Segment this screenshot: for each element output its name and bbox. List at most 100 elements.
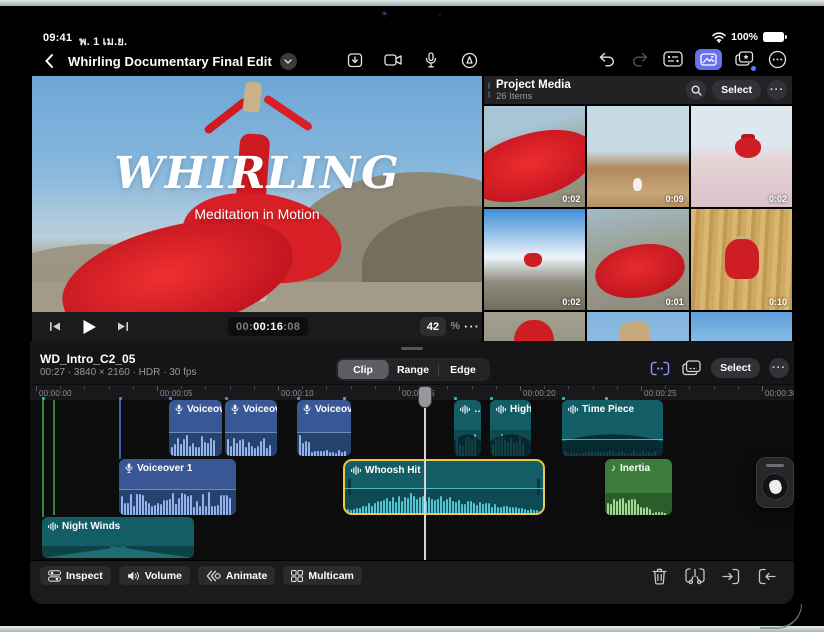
clip-label: Voiceover 2 — [169, 400, 222, 415]
inspect-button[interactable]: Inspect — [40, 566, 111, 585]
timeline-drag-handle[interactable] — [401, 347, 423, 350]
titles-overlays-button[interactable] — [733, 48, 756, 71]
clip-night-winds[interactable]: Night Winds — [42, 517, 194, 558]
clip-label: Voiceover 1 — [119, 459, 236, 474]
media-thumbnail[interactable] — [484, 312, 586, 341]
playhead-line — [424, 400, 426, 560]
blade-cut-button[interactable] — [684, 565, 706, 587]
timeline-ruler[interactable]: 00:00:0000:00:0500:00:1000:00:1500:00:20… — [30, 384, 794, 400]
media-more-button[interactable]: ··· — [767, 80, 787, 100]
multicam-button[interactable]: Multicam — [283, 566, 362, 585]
clip-high[interactable]: High… — [490, 400, 531, 456]
jog-drag-handle[interactable] — [766, 464, 784, 467]
clip-clip[interactable]: … — [454, 400, 481, 456]
clip-waveform — [345, 489, 543, 513]
device-edge-top — [0, 0, 824, 6]
device-edge-bottom — [0, 626, 824, 632]
clip-inertia[interactable]: ♪ Inertia — [605, 459, 672, 515]
clip-label: ♪ Inertia — [611, 462, 651, 474]
media-thumbnail[interactable]: 0:02 — [690, 106, 792, 207]
clip-voiceover-1[interactable]: Voiceover 1 — [119, 459, 236, 515]
clip-label: High… — [490, 400, 531, 415]
back-button[interactable] — [38, 50, 60, 72]
volume-button[interactable]: Volume — [118, 566, 190, 585]
media-select-button[interactable]: Select — [712, 80, 761, 100]
search-button[interactable] — [686, 80, 707, 100]
timeline-more-button[interactable]: ··· — [769, 358, 789, 378]
delete-button[interactable] — [648, 565, 670, 587]
clip-appearance-button[interactable] — [680, 357, 702, 379]
media-thumbnail[interactable]: 0:09 — [587, 106, 689, 207]
inspector-toggle-button[interactable] — [662, 48, 684, 70]
media-thumbnail[interactable] — [587, 312, 689, 341]
mode-range[interactable]: Range — [388, 360, 438, 379]
media-thumbnail[interactable]: 0:02 — [484, 106, 586, 207]
timecode-display[interactable]: 00: 00:16:08 — [228, 317, 309, 336]
project-title: Whirling Documentary Final Edit — [68, 53, 272, 69]
timeline-clips-area[interactable]: Night WindsVoiceover 1Voiceover 2Voiceov… — [30, 400, 794, 560]
pencil-draw-button[interactable] — [458, 49, 480, 71]
camera-button[interactable] — [382, 49, 404, 71]
viewer-more-button[interactable]: ··· — [464, 319, 480, 334]
jog-dial[interactable] — [761, 473, 789, 500]
thumbnail-duration: 0:01 — [665, 297, 684, 307]
media-thumbnail[interactable]: 0:01 — [587, 209, 689, 310]
media-thumbnail[interactable]: 0:10 — [690, 209, 792, 310]
skip-back-icon[interactable] — [44, 316, 66, 338]
clip-time-piece[interactable]: Time Piece — [562, 400, 663, 456]
clip-whoosh-hit[interactable]: Whoosh Hit — [343, 459, 545, 515]
redo-button[interactable] — [629, 48, 651, 70]
microphone-button[interactable] — [420, 49, 442, 71]
media-thumbnail[interactable]: 0:02 — [484, 209, 586, 310]
project-media-header: Project Media 26 Items Select ··· — [484, 76, 792, 104]
jog-knob[interactable] — [767, 478, 783, 495]
zoom-level[interactable]: 42 — [420, 317, 446, 336]
timeline-clip-name: WD_Intro_C2_05 — [40, 352, 136, 366]
ruler-label: 00:00:25 — [644, 389, 677, 398]
clip-waveform — [119, 489, 236, 515]
overwrite-insert-button[interactable] — [720, 565, 742, 587]
mode-clip[interactable]: Clip — [338, 360, 388, 379]
clip-waveform — [490, 430, 531, 456]
playback-bar: 00: 00:16:08 42 % ··· — [32, 312, 482, 341]
title-menu-button[interactable] — [279, 52, 297, 70]
clip-waveform — [454, 430, 481, 456]
animate-button[interactable]: Animate — [197, 566, 276, 585]
clip-voiceover-2[interactable]: Voiceover 2 — [169, 400, 222, 456]
clip-connector-line — [42, 400, 44, 517]
timeline-panel: WD_Intro_C2_05 00:27 · 3840 × 2160 · HDR… — [30, 341, 794, 604]
clip-voiceover-3[interactable]: Voiceover 3 — [297, 400, 351, 456]
front-camera — [380, 9, 389, 18]
thumbnail-duration: 0:09 — [665, 194, 684, 204]
clip-label: … — [454, 400, 481, 415]
skip-forward-icon[interactable] — [112, 316, 134, 338]
audio-fade-zone — [42, 546, 194, 558]
clip-waveform — [297, 432, 351, 456]
jog-wheel-panel[interactable] — [756, 457, 794, 508]
clip-waveform — [562, 448, 663, 456]
more-button[interactable] — [766, 48, 788, 70]
clip-level-line — [345, 487, 543, 489]
mode-edge[interactable]: Edge — [438, 360, 488, 379]
export-button[interactable] — [344, 49, 366, 71]
wifi-icon — [711, 31, 726, 43]
timeline-clip-info: 00:27 · 3840 × 2160 · HDR · 30 fps — [40, 367, 197, 378]
clip-label: Voiceover 2 — [225, 400, 277, 415]
clip-voiceover-2[interactable]: Voiceover 2 — [225, 400, 277, 456]
media-grid: 0:02 0:09 0:02 0:02 0:01 0:10 — [484, 104, 792, 341]
viewer[interactable]: WHIRLING Meditation in Motion — [32, 76, 482, 312]
media-browser-button[interactable] — [695, 48, 722, 70]
media-thumbnail[interactable] — [690, 312, 792, 341]
append-clip-button[interactable] — [756, 565, 778, 587]
project-media-panel: Project Media 26 Items Select ··· 0:02 0:… — [484, 76, 792, 341]
edit-mode-segmented-control: Clip Range Edge — [336, 358, 490, 381]
timeline-select-button[interactable]: Select — [711, 358, 760, 378]
navbar: Whirling Documentary Final Edit — [30, 46, 794, 76]
panel-grip[interactable] — [488, 82, 490, 98]
clip-connector-line — [119, 400, 121, 459]
playhead-handle[interactable] — [418, 386, 432, 408]
play-button[interactable] — [78, 316, 100, 338]
magnetic-timeline-button[interactable] — [649, 357, 671, 379]
thumbnail-duration: 0:02 — [562, 297, 581, 307]
undo-button[interactable] — [596, 48, 618, 70]
